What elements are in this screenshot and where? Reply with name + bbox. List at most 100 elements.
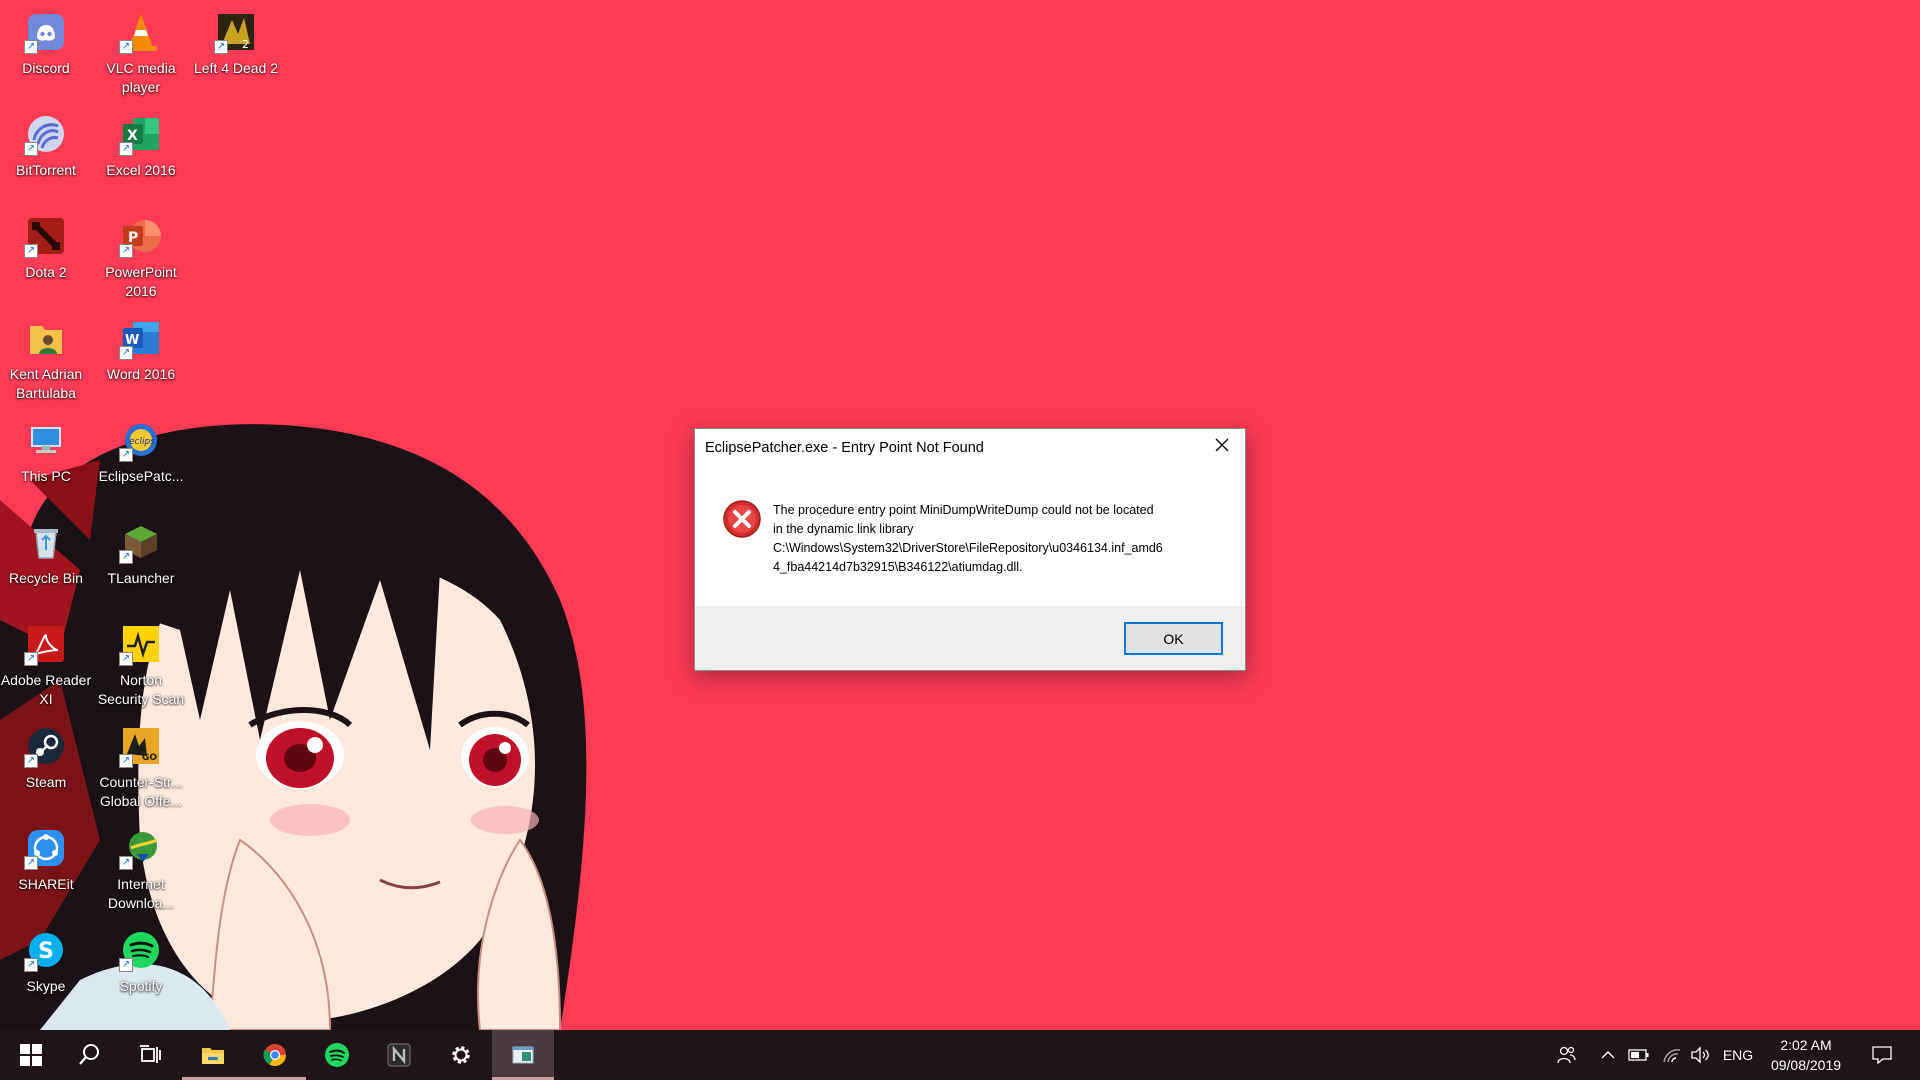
desktop-icon-powerpoint[interactable]: P ↗ PowerPoint 2016 [95,208,187,308]
svg-text:GO: GO [142,753,157,763]
settings-button[interactable] [430,1030,492,1080]
desktop-icon-label: SHAREit [18,876,74,892]
desktop-icon-label: PowerPoint 2016 [105,264,177,299]
desktop-icon-eclipse-patcher[interactable]: eclips ↗ EclipsePatc... [95,412,187,512]
clock[interactable]: 2:02 AM 09/08/2019 [1756,1035,1856,1075]
desktop-icon-skype[interactable]: S ↗ Skype [0,922,92,1022]
taskbar: ENG 2:02 AM 09/08/2019 [0,1030,1920,1080]
eclipse-patcher-icon: eclips ↗ [119,418,163,462]
window-icon [512,1046,534,1064]
vlc-icon: ↗ [119,10,163,54]
svg-text:eclips: eclips [129,437,155,447]
desktop-icon-label: EclipsePatc... [98,468,184,484]
spotify-icon: ↗ [119,928,163,972]
dialog-message: The procedure entry point MiniDumpWriteD… [773,501,1223,577]
skype-icon: S ↗ [24,928,68,972]
search-button[interactable] [58,1030,120,1080]
error-dialog: EclipsePatcher.exe - Entry Point Not Fou… [694,428,1246,671]
desktop-icon-spotify[interactable]: ↗ Spotify [95,922,187,1022]
volume-button[interactable] [1686,1030,1714,1080]
input-language-button[interactable]: ENG [1718,1030,1758,1080]
shortcut-arrow-icon: ↗ [24,142,38,156]
shortcut-arrow-icon: ↗ [24,754,38,768]
desktop-icon-label: Skype [26,978,66,994]
network-button[interactable] [1658,1030,1686,1080]
search-icon [79,1044,99,1065]
clock-time: 2:02 AM [1780,1037,1832,1053]
desktop-icon-csgo[interactable]: GO ↗ Counter-Str... Global Offe... [95,718,187,818]
powerpoint-icon: P ↗ [119,214,163,258]
dialog-message-line: in the dynamic link library [773,522,914,536]
shortcut-arrow-icon: ↗ [119,652,133,666]
desktop-icon-steam[interactable]: ↗ Steam [0,718,92,818]
left4dead2-icon: 2 ↗ [214,10,258,54]
desktop-icon-this-pc[interactable]: This PC [0,412,92,512]
ok-button[interactable]: OK [1124,622,1223,655]
desktop-icon-left4dead2[interactable]: 2 ↗ Left 4 Dead 2 [190,4,282,104]
shortcut-arrow-icon: ↗ [24,244,38,258]
show-hidden-icons-button[interactable] [1594,1030,1622,1080]
desktop-icon-label: Excel 2016 [106,162,176,178]
desktop-icon-adobe-reader[interactable]: ↗ Adobe Reader XI [0,616,92,716]
user-folder-icon [24,316,68,360]
shareit-icon: ↗ [24,826,68,870]
desktop-icon-word[interactable]: W ↗ Word 2016 [95,310,187,410]
desktop-icon-label: Left 4 Dead 2 [193,60,279,76]
chrome-button[interactable] [244,1030,306,1080]
desktop-icon-label: Counter-Str... Global Offe... [99,774,183,809]
this-pc-icon [24,418,68,462]
desktop-icon-excel[interactable]: X ↗ Excel 2016 [95,106,187,206]
norton-icon: ↗ [119,622,163,666]
internet-download-manager-icon: ↗ [119,826,163,870]
task-view-icon [140,1045,161,1063]
chrome-icon [263,1044,286,1066]
notification-icon [1872,1046,1892,1065]
tlauncher-icon: ↗ [119,520,163,564]
eclipse-patcher-button[interactable] [492,1030,554,1080]
wifi-icon [1663,1049,1681,1063]
svg-text:S: S [38,939,54,964]
word-icon: W ↗ [119,316,163,360]
desktop-icon-user-folder[interactable]: Kent Adrian Bartulaba [0,310,92,410]
desktop-icon-recycle-bin[interactable]: Recycle Bin [0,514,92,614]
start-button[interactable] [0,1030,62,1080]
steam-icon: ↗ [24,724,68,768]
desktop-icon-label: Steam [25,774,67,790]
desktop-icon-bittorrent[interactable]: ↗ BitTorrent [0,106,92,206]
desktop-icon-norton[interactable]: ↗ Norton Security Scan [95,616,187,716]
desktop-icon-label: VLC media player [106,60,176,95]
action-center-button[interactable] [1862,1030,1902,1080]
folder-icon [202,1048,224,1064]
dialog-message-line: The procedure entry point MiniDumpWriteD… [773,503,1154,517]
desktop-icon-label: This PC [21,468,71,484]
notion-icon [387,1043,411,1067]
desktop-icon-tlauncher[interactable]: ↗ TLauncher [95,514,187,614]
shortcut-arrow-icon: ↗ [24,652,38,666]
desktop-icon-label: Kent Adrian Bartulaba [9,366,83,401]
desktop-icon-dota2[interactable]: ↗ Dota 2 [0,208,92,308]
desktop-icon-label: Norton Security Scan [97,672,185,707]
windows-logo-icon [20,1044,42,1066]
dota2-icon: ↗ [24,214,68,258]
dialog-footer: OK [695,606,1245,670]
error-icon [723,500,761,538]
battery-button[interactable] [1624,1030,1654,1080]
file-explorer-button[interactable] [182,1030,244,1080]
spotify-icon [325,1043,349,1067]
close-icon [1215,438,1229,452]
desktop-icon-label: BitTorrent [16,162,76,178]
spotify-button[interactable] [306,1030,368,1080]
excel-icon: X ↗ [119,112,163,156]
task-view-button[interactable] [119,1030,181,1080]
people-icon [1557,1046,1576,1064]
dialog-close-button[interactable] [1199,429,1245,461]
people-button[interactable] [1548,1030,1584,1080]
desktop-icon-label: Adobe Reader XI [0,672,92,707]
desktop-icon-discord[interactable]: ↗ Discord [0,4,92,104]
desktop-icon-label: Spotify [119,978,163,994]
desktop-icon-idm[interactable]: ↗ Internet Downloa... [95,820,187,920]
desktop-icon-shareit[interactable]: ↗ SHAREit [0,820,92,920]
notion-button[interactable] [368,1030,430,1080]
csgo-icon: GO ↗ [119,724,163,768]
desktop-icon-vlc[interactable]: ↗ VLC media player [95,4,187,104]
